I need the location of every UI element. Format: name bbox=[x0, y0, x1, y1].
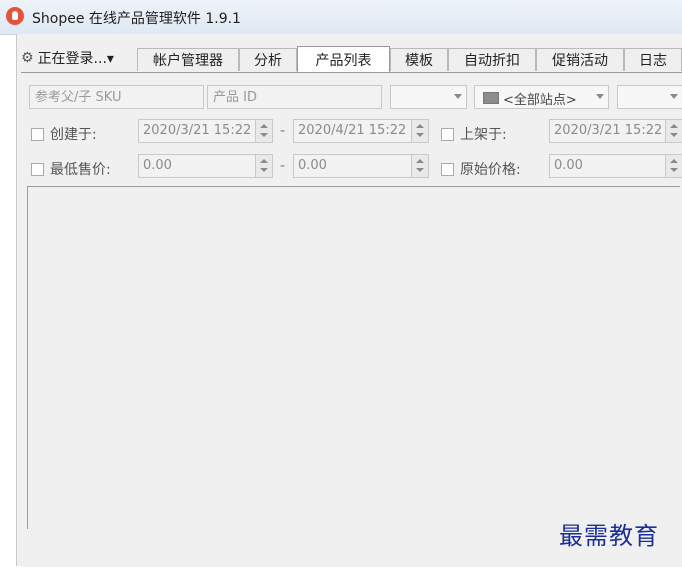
app-logo-icon bbox=[6, 7, 24, 25]
stepper-down-icon[interactable] bbox=[670, 168, 678, 172]
stepper-buttons[interactable] bbox=[255, 155, 272, 177]
main-window: ⚙ 正在登录...▾ 帐户管理器 分析 产品列表 模板 自动折扣 促销活动 日志… bbox=[16, 34, 682, 567]
stepper-up-icon[interactable] bbox=[260, 124, 268, 128]
gear-icon: ⚙ bbox=[21, 50, 34, 66]
chevron-down-icon bbox=[670, 94, 678, 99]
stepper-up-icon[interactable] bbox=[670, 124, 678, 128]
window-title: Shopee 在线产品管理软件 1.9.1 bbox=[32, 11, 241, 27]
results-area[interactable] bbox=[27, 186, 680, 529]
login-menu[interactable]: ⚙ 正在登录...▾ bbox=[21, 46, 114, 70]
created-from-field[interactable]: 2020/3/21 15:22 bbox=[138, 119, 273, 143]
orig-price-filter[interactable]: 原始价格: bbox=[441, 159, 521, 179]
title-bar: Shopee 在线产品管理软件 1.9.1 bbox=[0, 0, 682, 35]
created-label: 创建于: bbox=[50, 127, 97, 143]
stepper-down-icon[interactable] bbox=[260, 133, 268, 137]
orig-price-label: 原始价格: bbox=[460, 162, 521, 178]
stepper-down-icon[interactable] bbox=[670, 133, 678, 137]
orig-price-field[interactable]: 0.00 bbox=[549, 154, 682, 178]
stepper-up-icon[interactable] bbox=[260, 159, 268, 163]
login-menu-label: 正在登录...▾ bbox=[37, 51, 114, 67]
created-to-field[interactable]: 2020/4/21 15:22 bbox=[293, 119, 429, 143]
stepper-buttons[interactable] bbox=[665, 120, 682, 142]
tab-auto-discount[interactable]: 自动折扣 bbox=[448, 48, 536, 71]
listed-checkbox[interactable] bbox=[441, 127, 454, 141]
tab-account-manager[interactable]: 帐户管理器 bbox=[137, 48, 239, 71]
stepper-down-icon[interactable] bbox=[260, 168, 268, 172]
listed-filter[interactable]: 上架于: bbox=[441, 124, 507, 144]
stepper-buttons[interactable] bbox=[665, 155, 682, 177]
chevron-down-icon bbox=[454, 94, 462, 99]
min-price-from-field[interactable]: 0.00 bbox=[138, 154, 273, 178]
listed-from-field[interactable]: 2020/3/21 15:22 bbox=[549, 119, 682, 143]
watermark: 最需教育 bbox=[559, 522, 659, 550]
stepper-buttons[interactable] bbox=[255, 120, 272, 142]
listed-label: 上架于: bbox=[460, 127, 507, 143]
stepper-down-icon[interactable] bbox=[416, 168, 424, 172]
status-select[interactable] bbox=[390, 85, 467, 109]
extra-select[interactable] bbox=[617, 85, 682, 109]
min-price-filter[interactable]: 最低售价: bbox=[31, 159, 111, 179]
tab-strip: ⚙ 正在登录...▾ 帐户管理器 分析 产品列表 模板 自动折扣 促销活动 日志 bbox=[17, 46, 682, 72]
created-filter[interactable]: 创建于: bbox=[31, 124, 97, 144]
product-id-input[interactable]: 产品 ID bbox=[207, 85, 382, 109]
stepper-buttons[interactable] bbox=[411, 120, 428, 142]
stepper-buttons[interactable] bbox=[411, 155, 428, 177]
tab-log[interactable]: 日志 bbox=[624, 48, 682, 71]
sku-search-input[interactable]: 参考父/子 SKU bbox=[29, 85, 204, 109]
stepper-down-icon[interactable] bbox=[416, 133, 424, 137]
range-separator: - bbox=[280, 158, 286, 174]
min-price-label: 最低售价: bbox=[50, 162, 111, 178]
site-select[interactable]: <全部站点> bbox=[474, 85, 609, 109]
tab-promotions[interactable]: 促销活动 bbox=[536, 48, 624, 71]
tab-product-list[interactable]: 产品列表 bbox=[297, 46, 390, 72]
tab-templates[interactable]: 模板 bbox=[390, 48, 448, 71]
orig-price-checkbox[interactable] bbox=[441, 162, 454, 176]
flag-icon bbox=[483, 92, 499, 104]
min-price-checkbox[interactable] bbox=[31, 162, 44, 176]
range-separator: - bbox=[280, 123, 286, 139]
stepper-up-icon[interactable] bbox=[416, 124, 424, 128]
stepper-up-icon[interactable] bbox=[670, 159, 678, 163]
min-price-to-field[interactable]: 0.00 bbox=[293, 154, 429, 178]
stepper-up-icon[interactable] bbox=[416, 159, 424, 163]
site-select-value: <全部站点> bbox=[503, 93, 577, 108]
tab-analysis[interactable]: 分析 bbox=[239, 48, 297, 71]
chevron-down-icon bbox=[596, 94, 604, 99]
created-checkbox[interactable] bbox=[31, 127, 44, 141]
